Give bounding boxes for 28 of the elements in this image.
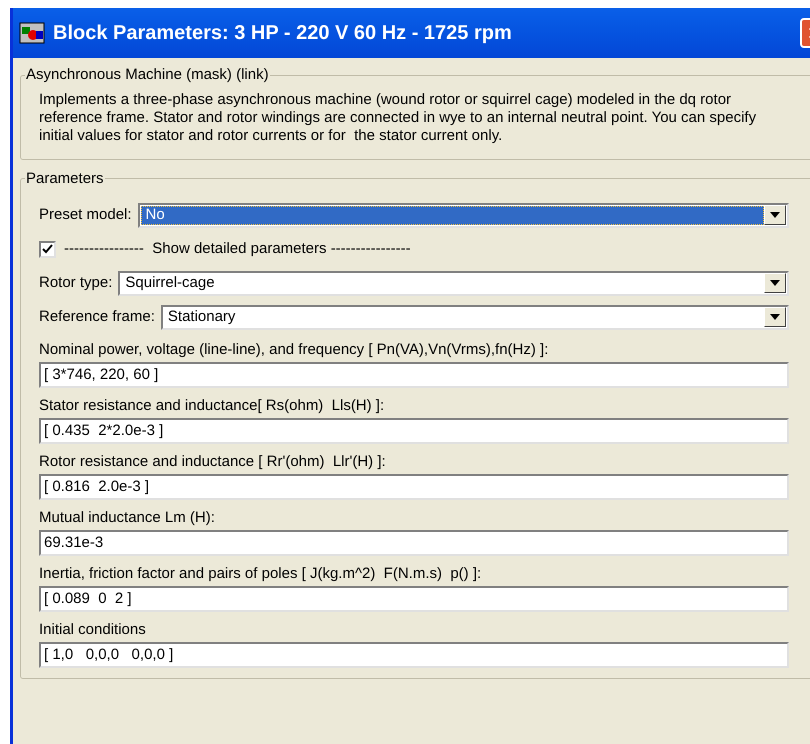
field-label: Rotor type: <box>39 272 112 293</box>
dropdown-field[interactable]: No <box>138 202 789 228</box>
field-label: Mutual inductance Lm (H): <box>39 508 216 528</box>
group-title: Asynchronous Machine (mask) (link) <box>25 65 270 85</box>
input-field[interactable]: [ 1,0 0,0,0 0,0,0 ] <box>39 642 789 668</box>
checkbox-label: ---------------- Show detailed parameters ---------------- <box>64 238 411 259</box>
field-label: Initial conditions <box>39 620 147 640</box>
input-field[interactable]: 69.31e-3 <box>39 530 789 556</box>
description-text: Implements a three-phase asynchronous machine (wound rotor or squirrel cage) modeled in the dq rotor reference frame. Stator and rotor windings are connected in wye to an internal neutral point. You can specify initial values for stator and rotor currents or for the stator current only. <box>39 90 758 144</box>
input-field[interactable]: [ 3*746, 220, 60 ] <box>39 362 789 388</box>
dropdown-field[interactable]: Squirrel-cage <box>118 270 789 296</box>
field-label: Rotor resistance and inductance [ Rr'(ohm) Llr'(H) ]: <box>39 452 387 472</box>
group-title: Parameters <box>25 168 105 188</box>
input-field[interactable]: [ 0.816 2.0e-3 ] <box>39 474 789 500</box>
field-label: Inertia, friction factor and pairs of poles [ J(kg.m^2) F(N.m.s) p() ]: <box>39 564 482 584</box>
dropdown-value: Stationary <box>166 308 236 326</box>
field-label: Reference frame: <box>39 306 155 327</box>
input-field[interactable]: [ 0.089 0 2 ] <box>39 586 789 612</box>
app-icon <box>19 22 45 44</box>
field-label: Nominal power, voltage (line-line), and frequency [ Pn(VA),Vn(Vrms),fn(Hz) ]: <box>39 340 550 360</box>
field-label: Stator resistance and inductance[ Rs(ohm) Lls(H) ]: <box>39 396 386 416</box>
dropdown-value: Squirrel-cage <box>124 274 216 292</box>
dropdown-field[interactable]: Stationary <box>160 304 789 330</box>
field-label: Preset model: <box>39 204 132 225</box>
checkbox[interactable] <box>39 240 56 258</box>
input-field[interactable]: [ 0.435 2*2.0e-3 ] <box>39 418 789 444</box>
window-title: Block Parameters: 3 HP - 220 V 60 Hz - 1725 rpm <box>53 21 512 46</box>
dropdown-value: No <box>140 206 764 224</box>
